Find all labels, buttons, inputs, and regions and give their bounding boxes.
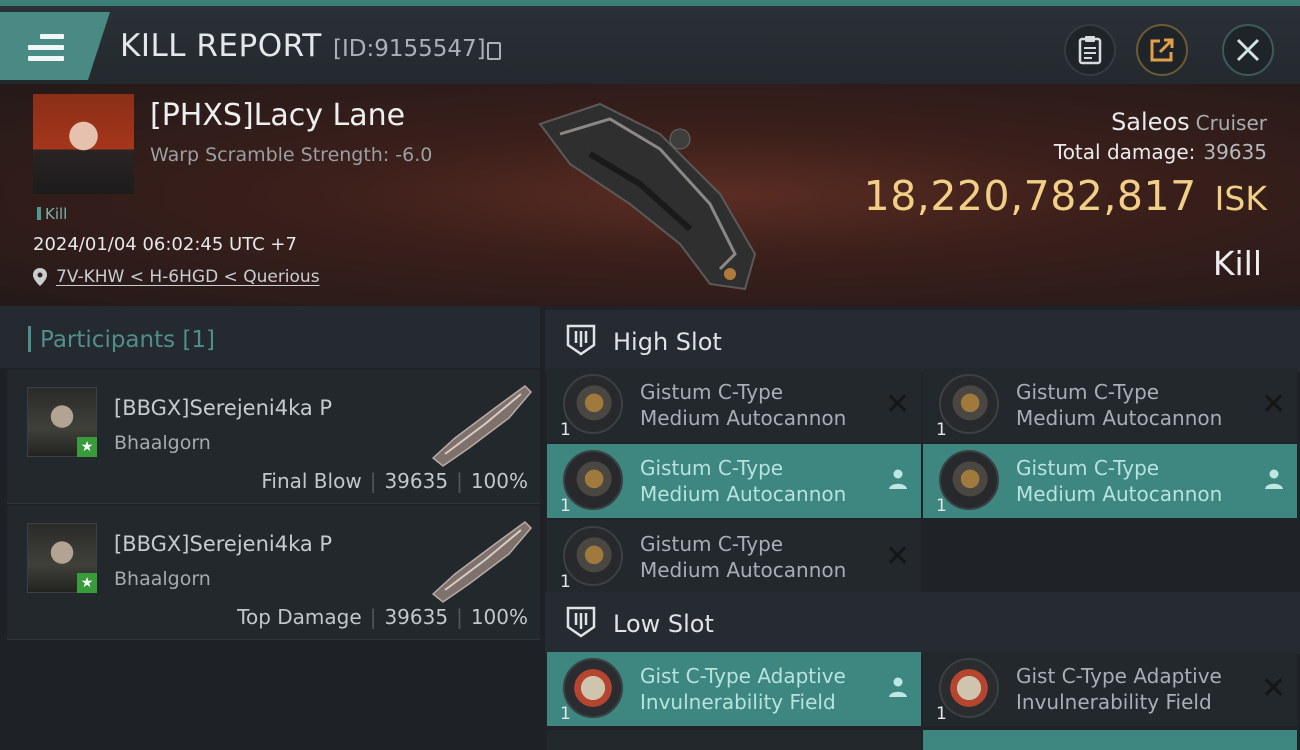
- participant-stats: Top Damage | 39635 | 100%: [237, 605, 528, 629]
- module-slot[interactable]: 1 Gist C-Type Adaptive Invulnerability Fi…: [547, 652, 921, 726]
- destroyed-x-icon: [887, 392, 909, 414]
- victim-banner: [PHXS]Lacy Lane Warp Scramble Strength: …: [0, 84, 1300, 306]
- participants-panel: Participants [1] ★ [BBGX]Serejeni4ka P B…: [0, 306, 545, 750]
- participant-ship-image: [431, 385, 533, 467]
- shield-module-icon: [939, 658, 999, 718]
- warp-scramble-strength: Warp Scramble Strength: -6.0: [150, 144, 433, 166]
- dropped-person-icon: [889, 469, 907, 489]
- victim-name[interactable]: [PHXS]Lacy Lane: [150, 98, 405, 133]
- star-icon: ★: [77, 437, 97, 457]
- participant-stats: Final Blow | 39635 | 100%: [261, 469, 528, 493]
- participant-name: [BBGX]Serejeni4ka P: [114, 396, 333, 420]
- autocannon-icon: [939, 450, 999, 510]
- destroyed-x-icon: [887, 544, 909, 566]
- module-quantity: 1: [560, 420, 571, 440]
- victim-ship-model[interactable]: [530, 94, 770, 299]
- module-name: Gistum C-Type Medium Autocannon: [640, 532, 847, 582]
- low-slot-icon: [566, 606, 596, 638]
- dropped-person-icon: [1265, 469, 1283, 489]
- destroyed-x-icon: [1263, 392, 1285, 414]
- high-slot-icon: [566, 324, 596, 356]
- total-damage: Total damage: 39635: [1054, 140, 1267, 164]
- share-icon: [1150, 38, 1174, 62]
- victim-portrait[interactable]: [33, 94, 134, 194]
- kill-location-link[interactable]: 7V-KHW < H-6HGD < Querious: [56, 267, 320, 287]
- high-slot-title: High Slot: [613, 328, 722, 356]
- module-slot[interactable]: 1 Gistum C-Type Medium Autocannon: [547, 368, 921, 442]
- participant-damage: 39635: [384, 605, 449, 629]
- autocannon-icon: [563, 526, 623, 586]
- participant-role: Top Damage: [237, 605, 362, 629]
- isk-value: 18,220,782,817: [863, 172, 1197, 220]
- low-slot-title: Low Slot: [613, 610, 714, 638]
- destroyed-x-icon: [1263, 676, 1285, 698]
- high-slot-header: High Slot: [545, 310, 1300, 372]
- ship-name[interactable]: Saleos: [1111, 108, 1190, 136]
- module-slot-partial[interactable]: [547, 730, 921, 750]
- kill-result: Kill: [1212, 244, 1262, 283]
- isk-unit: ISK: [1214, 179, 1267, 218]
- report-id: [ID:9155547]: [333, 36, 486, 62]
- close-button[interactable]: [1222, 24, 1274, 76]
- module-name: Gistum C-Type Medium Autocannon: [1016, 456, 1223, 506]
- kill-datetime: 2024/01/04 06:02:45 UTC +7: [33, 234, 297, 255]
- module-quantity: 1: [560, 496, 571, 516]
- module-quantity: 1: [936, 496, 947, 516]
- star-icon: ★: [77, 573, 97, 593]
- participant-ship: Bhaalgorn: [114, 432, 211, 454]
- victim-ship-type: Saleos Cruiser: [1111, 108, 1267, 136]
- clipboard-button[interactable]: [1064, 24, 1116, 76]
- autocannon-icon: [563, 450, 623, 510]
- close-icon: [1236, 38, 1260, 62]
- participants-header: Participants [1]: [0, 306, 540, 368]
- participant-row[interactable]: ★ [BBGX]Serejeni4ka P Bhaalgorn Top Dama…: [7, 506, 540, 640]
- total-damage-value: 39635: [1203, 140, 1267, 164]
- participant-ship-image: [431, 521, 533, 603]
- participant-percent: 100%: [470, 605, 528, 629]
- isk-value-row: 18,220,782,817 ISK: [864, 172, 1267, 220]
- low-slot-header: Low Slot: [545, 592, 1300, 654]
- module-name: Gist C-Type Adaptive Invulnerability Fiel…: [1016, 664, 1222, 714]
- module-quantity: 1: [560, 572, 571, 592]
- participant-damage: 39635: [384, 469, 449, 493]
- header-accent: [28, 326, 31, 352]
- fitting-panel: High Slot 1 Gistum C-Type Medium Autocann…: [545, 306, 1300, 750]
- shield-module-icon: [563, 658, 623, 718]
- module-name: Gistum C-Type Medium Autocannon: [640, 380, 847, 430]
- participant-role: Final Blow: [261, 469, 362, 493]
- location-pin-icon: [33, 268, 47, 286]
- participant-percent: 100%: [470, 469, 528, 493]
- module-quantity: 1: [936, 704, 947, 724]
- hamburger-icon: [28, 34, 64, 62]
- participant-row[interactable]: ★ [BBGX]Serejeni4ka P Bhaalgorn Final Bl…: [7, 370, 540, 504]
- module-name: Gistum C-Type Medium Autocannon: [1016, 380, 1223, 430]
- module-slot[interactable]: 1 Gist C-Type Adaptive Invulnerability Fi…: [923, 652, 1297, 726]
- clipboard-icon: [1078, 36, 1102, 65]
- participant-ship: Bhaalgorn: [114, 568, 211, 590]
- module-slot[interactable]: 1 Gistum C-Type Medium Autocannon: [547, 520, 921, 594]
- module-quantity: 1: [936, 420, 947, 440]
- module-slot[interactable]: 1 Gistum C-Type Medium Autocannon: [547, 444, 921, 518]
- module-slot[interactable]: 1 Gistum C-Type Medium Autocannon: [923, 444, 1297, 518]
- module-name: Gistum C-Type Medium Autocannon: [640, 456, 847, 506]
- ship-class: Cruiser: [1195, 111, 1267, 135]
- menu-button[interactable]: [0, 12, 110, 80]
- participant-name: [BBGX]Serejeni4ka P: [114, 532, 333, 556]
- participants-title: Participants [1]: [40, 327, 215, 353]
- total-damage-label: Total damage:: [1053, 140, 1196, 164]
- kill-report-header: KILL REPORT [ID:9155547]: [0, 0, 1300, 84]
- module-slot-partial[interactable]: [923, 730, 1297, 750]
- autocannon-icon: [563, 374, 623, 434]
- dropped-person-icon: [889, 677, 907, 697]
- share-button[interactable]: [1136, 24, 1188, 76]
- page-title: KILL REPORT: [120, 28, 322, 64]
- module-name: Gist C-Type Adaptive Invulnerability Fiel…: [640, 664, 846, 714]
- module-slot[interactable]: 1 Gistum C-Type Medium Autocannon: [923, 368, 1297, 442]
- autocannon-icon: [939, 374, 999, 434]
- module-quantity: 1: [560, 704, 571, 724]
- copy-id-icon[interactable]: [487, 42, 501, 60]
- kill-tag: Kill: [37, 205, 67, 223]
